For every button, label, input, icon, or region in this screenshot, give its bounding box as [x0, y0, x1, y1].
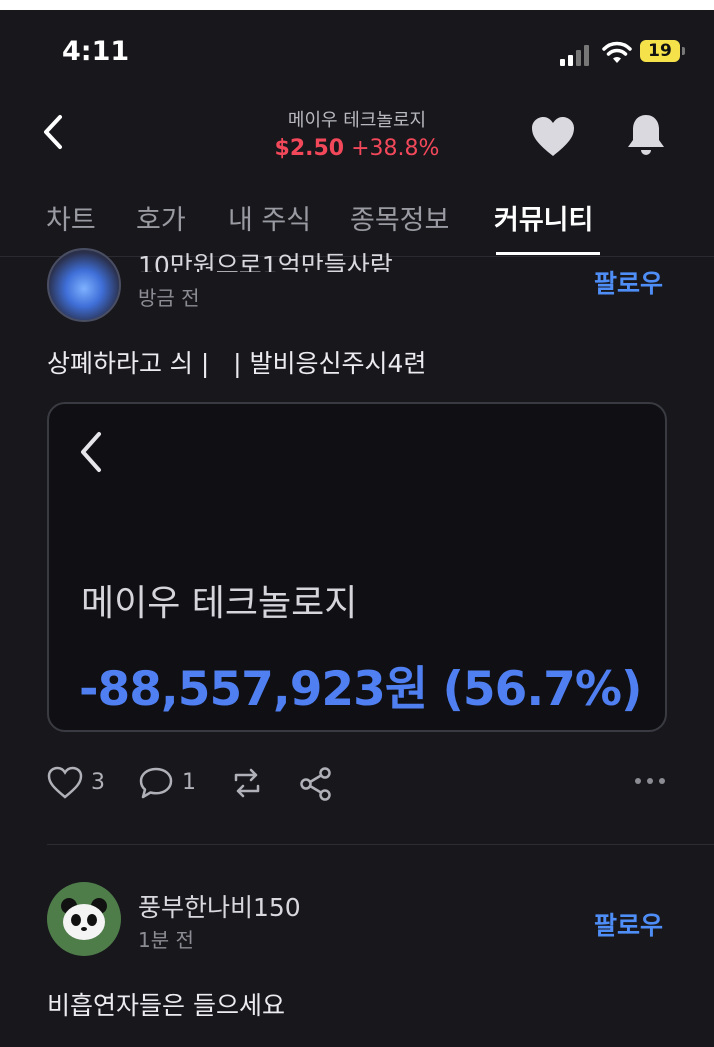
comment-count: 1 [182, 770, 196, 795]
tab-stock-info[interactable]: 종목정보 [350, 198, 449, 237]
stock-header: 메이우 테크놀로지 $2.50 +38.8% [0, 90, 714, 180]
bell-icon[interactable] [624, 112, 668, 158]
stock-name: 메이우 테크놀로지 [287, 110, 427, 131]
post-image-card[interactable]: 메이우 테크놀로지 -88,557,923원 (56.7%) [47, 402, 667, 732]
status-time: 4:11 [62, 36, 130, 67]
app-screen: 4:11 19 메이우 테크놀로지 $2.50 +38.8% 차트 호가 내 주… [0, 10, 714, 1047]
wifi-icon [602, 41, 632, 63]
tab-orderbook[interactable]: 호가 [136, 198, 186, 237]
tab-my-stock[interactable]: 내 주식 [228, 198, 311, 237]
active-tab-indicator [496, 252, 600, 255]
card-stock-name: 메이우 테크놀로지 [81, 583, 358, 624]
like-count: 3 [91, 770, 105, 795]
cellular-signal-icon [560, 44, 594, 66]
status-bar: 4:11 19 [0, 10, 714, 90]
more-options-icon[interactable] [634, 776, 666, 786]
stock-price: $2.50 [274, 136, 345, 161]
card-loss-amount: -88,557,923원 (56.7%) [79, 662, 642, 717]
heart-icon[interactable] [530, 116, 576, 158]
post-time: 방금 전 [138, 286, 200, 310]
comment-icon[interactable] [138, 766, 174, 800]
post-username[interactable]: 10만원으로1억만들사람 [138, 246, 393, 272]
post-content: 상폐하라고 싀 | | 발비응신주시4련 [47, 349, 427, 378]
post-actions: 3 1 [0, 762, 714, 806]
battery-icon: 19 [640, 40, 685, 62]
post-username[interactable]: 풍부한나비150 [138, 888, 301, 924]
avatar[interactable] [47, 882, 121, 956]
post-time: 1분 전 [138, 928, 194, 952]
repost-icon[interactable] [228, 766, 266, 800]
price-line: $2.50 +38.8% [0, 136, 714, 161]
tab-chart[interactable]: 차트 [46, 198, 96, 237]
post-content: 비흡연자들은 들으세요 [47, 991, 285, 1020]
follow-button[interactable]: 팔로우 [594, 906, 663, 942]
post-divider [47, 844, 714, 845]
follow-button[interactable]: 팔로우 [594, 264, 663, 300]
tab-community[interactable]: 커뮤니티 [494, 198, 593, 237]
avatar[interactable] [47, 248, 121, 322]
panda-icon [61, 898, 107, 940]
like-icon[interactable] [47, 766, 83, 800]
share-icon[interactable] [298, 766, 334, 802]
chevron-left-icon [81, 432, 101, 472]
price-change: +38.8% [351, 136, 440, 161]
